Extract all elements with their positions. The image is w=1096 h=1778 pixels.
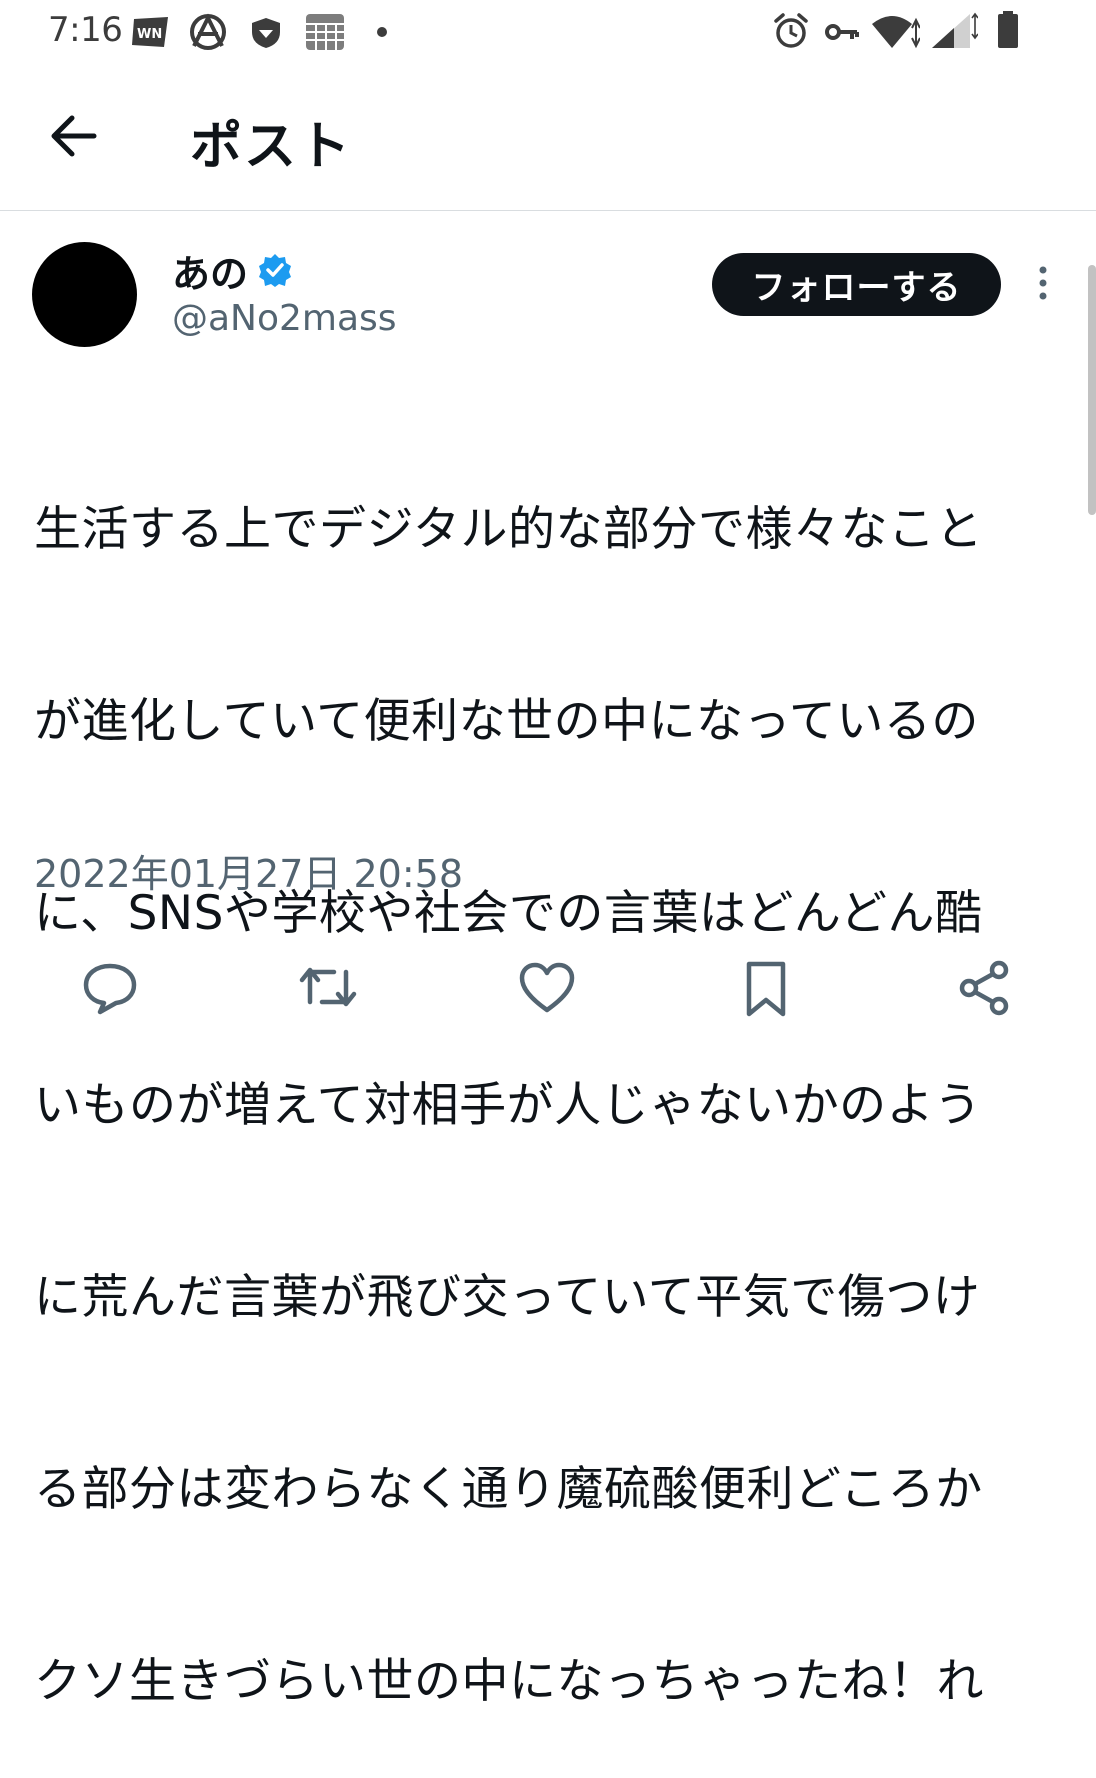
like-button[interactable] bbox=[517, 958, 577, 1018]
retweet-icon bbox=[299, 967, 357, 1007]
wifi-icon bbox=[872, 16, 920, 49]
signal-icon bbox=[932, 12, 978, 48]
post-body: 生活する上でデジタル的な部分で様々なこと が進化していて便利な世の中になっている… bbox=[34, 370, 1044, 1778]
display-name-row: あの bbox=[172, 244, 292, 296]
status-bar: 7:16 WN bbox=[0, 0, 1096, 64]
verified-badge-icon bbox=[259, 254, 292, 287]
bookmark-icon bbox=[746, 961, 786, 1017]
post-line: る部分は変わらなく通り魔硫酸便利どころか bbox=[34, 1462, 983, 1517]
soccer-icon bbox=[190, 13, 226, 50]
display-name[interactable]: あの bbox=[172, 243, 248, 298]
alarm-icon bbox=[774, 13, 808, 48]
scrollbar[interactable] bbox=[1088, 265, 1096, 515]
battery-icon bbox=[998, 11, 1018, 48]
post-line: クソ生きづらい世の中になっちゃったね！れ bbox=[34, 1654, 984, 1709]
follow-button[interactable]: フォローする bbox=[712, 253, 1001, 316]
post-line: が進化していて便利な世の中になっているの bbox=[34, 694, 979, 749]
post-line: に荒んだ言葉が飛び交っていて平気で傷つけ bbox=[34, 1270, 981, 1325]
more-vertical-icon bbox=[1039, 266, 1047, 300]
calendar-grid-icon bbox=[306, 14, 344, 50]
reply-button[interactable] bbox=[80, 958, 140, 1018]
reply-icon bbox=[83, 963, 137, 1015]
app-header: ポスト bbox=[0, 64, 1096, 211]
user-handle[interactable]: @aNo2mass bbox=[172, 298, 397, 339]
svg-text:WN: WN bbox=[137, 27, 162, 42]
news-app-icon: WN bbox=[132, 17, 168, 47]
arrow-left-icon bbox=[51, 115, 97, 157]
notification-dot-icon bbox=[377, 27, 387, 37]
avatar[interactable] bbox=[32, 242, 137, 347]
like-icon bbox=[519, 962, 575, 1013]
share-icon bbox=[959, 960, 1009, 1016]
post-line: いものが増えて対相手が人じゃないかのよう bbox=[34, 1078, 982, 1133]
status-time: 7:16 bbox=[48, 10, 123, 50]
vpn-shield-icon bbox=[252, 18, 280, 48]
share-button[interactable] bbox=[955, 958, 1015, 1018]
key-icon bbox=[825, 24, 859, 40]
post-line: 生活する上でデジタル的な部分で様々なこと bbox=[34, 502, 984, 557]
retweet-button[interactable] bbox=[298, 958, 358, 1018]
more-options-button[interactable] bbox=[1028, 264, 1058, 308]
post-timestamp[interactable]: 2022年01月27日 20:58 bbox=[34, 843, 463, 898]
back-button[interactable] bbox=[44, 110, 104, 162]
page-title: ポスト bbox=[190, 117, 353, 177]
bookmark-button[interactable] bbox=[736, 958, 796, 1018]
